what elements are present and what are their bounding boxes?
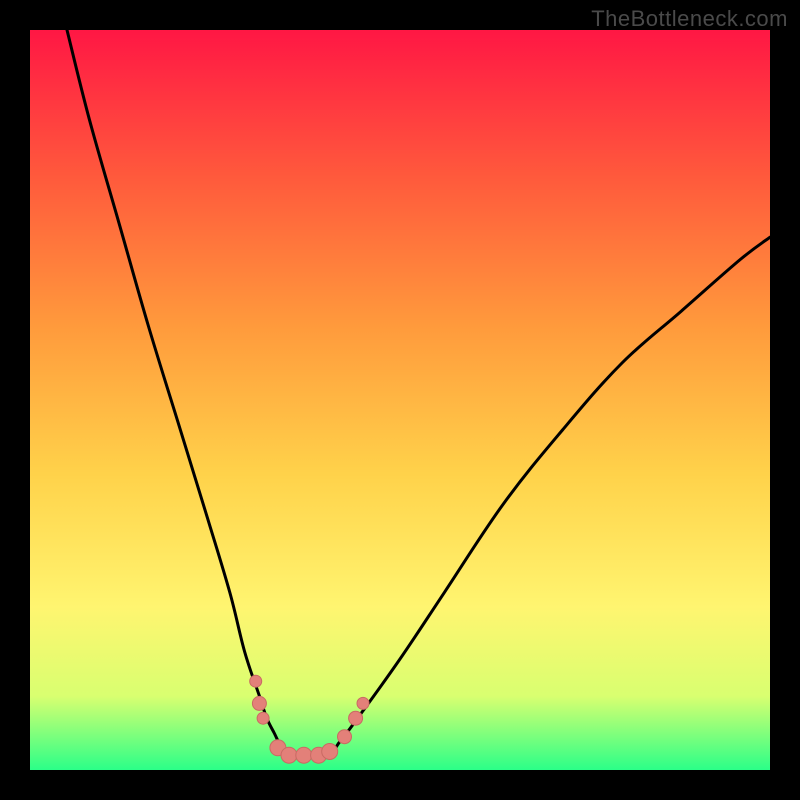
marker-dot — [349, 711, 363, 725]
chart-container: TheBottleneck.com — [0, 0, 800, 800]
marker-dot — [257, 712, 269, 724]
marker-dot — [250, 675, 262, 687]
plot-area — [30, 30, 770, 770]
watermark-text: TheBottleneck.com — [591, 6, 788, 32]
marker-dot — [322, 744, 338, 760]
marker-dot — [296, 747, 312, 763]
marker-dot — [281, 747, 297, 763]
marker-dot — [338, 730, 352, 744]
marker-dot — [252, 696, 266, 710]
chart-svg — [30, 30, 770, 770]
marker-dot — [357, 697, 369, 709]
